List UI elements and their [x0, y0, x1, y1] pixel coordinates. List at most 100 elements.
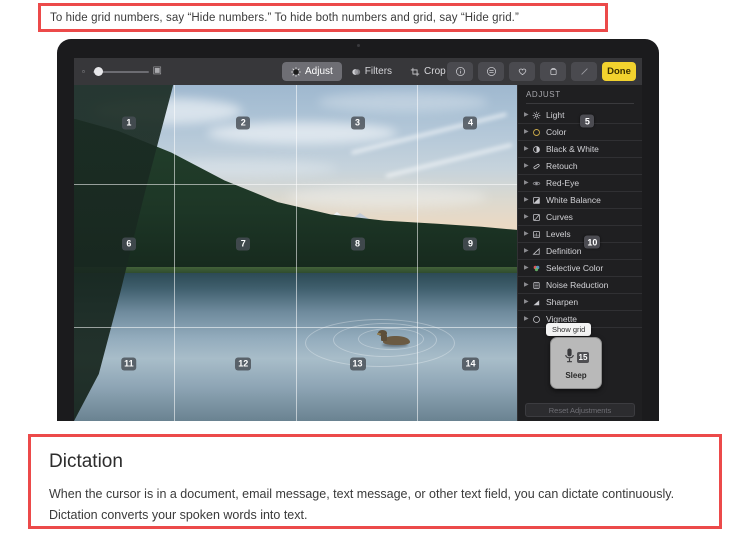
zoom-out-icon: ▫ [82, 67, 85, 76]
sidebar-item-label: Retouch [546, 161, 578, 171]
grid-number[interactable]: 13 [350, 357, 366, 370]
grid-number[interactable]: 9 [463, 237, 477, 250]
grid-line-vertical [174, 85, 175, 421]
adjust-list: ▶ [518, 107, 642, 328]
dictation-heading: Dictation [49, 451, 701, 473]
grid-number[interactable]: 4 [463, 116, 477, 129]
zoom-slider-knob[interactable] [94, 67, 103, 76]
app-toolbar: ▫ ▣ [74, 58, 642, 85]
adjust-icon [291, 67, 301, 77]
chevron-right-icon[interactable]: ▶ [524, 282, 531, 288]
crop-icon [410, 67, 420, 77]
sidebar-item-selective-color[interactable]: ▶ Selective Color [518, 260, 642, 277]
grid-line-horizontal [74, 184, 517, 185]
grid-number[interactable]: 8 [351, 237, 365, 250]
adjust-sidebar-title: ADJUST [526, 90, 561, 99]
webcam-dot [357, 44, 360, 47]
sun-icon [531, 110, 542, 121]
definition-icon [531, 246, 542, 257]
white-balance-icon [531, 195, 542, 206]
tab-adjust[interactable]: Adjust [282, 62, 342, 81]
chevron-right-icon[interactable]: ▶ [524, 214, 531, 220]
chevron-right-icon[interactable]: ▶ [524, 299, 531, 305]
grid-number[interactable]: 7 [236, 237, 250, 250]
info-button[interactable] [447, 62, 473, 81]
cloud [287, 186, 487, 208]
favorite-button[interactable] [509, 62, 535, 81]
chevron-right-icon[interactable]: ▶ [524, 163, 531, 169]
duck-bill [377, 333, 381, 335]
sidebar-item-label: Noise Reduction [546, 280, 608, 290]
app-screen: ▫ ▣ [74, 58, 642, 421]
dictation-paragraph: When the cursor is in a document, email … [49, 484, 689, 525]
sharpen-icon [531, 297, 542, 308]
tab-filters-label: Filters [365, 66, 392, 77]
grid-number[interactable]: 11 [121, 357, 137, 370]
color-wheel-icon [531, 127, 542, 138]
grid-number[interactable]: 5 [580, 115, 594, 128]
chevron-right-icon[interactable]: ▶ [524, 265, 531, 271]
toolbar-right-buttons: Done [447, 62, 636, 81]
sidebar-item-sharpen[interactable]: ▶ Sharpen [518, 294, 642, 311]
page-root: To hide grid numbers, say “Hide numbers.… [0, 0, 750, 533]
curves-icon [531, 212, 542, 223]
chevron-right-icon[interactable]: ▶ [524, 316, 531, 322]
sidebar-item-color[interactable]: ▶ Color [518, 124, 642, 141]
sidebar-item-levels[interactable]: ▶ Levels [518, 226, 642, 243]
contrast-circle-icon [531, 144, 542, 155]
grid-number[interactable]: 14 [462, 357, 478, 370]
adjust-sidebar: ADJUST ▶ [517, 85, 642, 421]
chevron-right-icon[interactable]: ▶ [524, 129, 531, 135]
chevron-right-icon[interactable]: ▶ [524, 248, 531, 254]
vignette-icon [531, 314, 542, 325]
sidebar-item-curves[interactable]: ▶ Curves [518, 209, 642, 226]
grid-number[interactable]: 12 [235, 357, 251, 370]
sidebar-item-definition[interactable]: ▶ Definition [518, 243, 642, 260]
done-button[interactable]: Done [602, 62, 636, 81]
callout-top-text: To hide grid numbers, say “Hide numbers.… [41, 12, 519, 24]
callout-bottom: Dictation When the cursor is in a docume… [28, 434, 722, 529]
sidebar-item-retouch[interactable]: ▶ Retouch [518, 158, 642, 175]
chevron-right-icon[interactable]: ▶ [524, 146, 531, 152]
eye-icon [531, 178, 542, 189]
dictation-mic-row: 15 [563, 347, 590, 369]
callout-top: To hide grid numbers, say “Hide numbers.… [38, 3, 608, 32]
sidebar-item-red-eye[interactable]: ▶ Red-Eye [518, 175, 642, 192]
auto-enhance-button[interactable] [478, 62, 504, 81]
grid-line-vertical [417, 85, 418, 421]
tab-filters[interactable]: Filters [342, 62, 401, 81]
grid-number[interactable]: 6 [122, 237, 136, 250]
grid-number[interactable]: 3 [351, 116, 365, 129]
chevron-right-icon[interactable]: ▶ [524, 197, 531, 203]
dictation-countdown: 15 [577, 352, 590, 363]
chevron-right-icon[interactable]: ▶ [524, 112, 531, 118]
chevron-right-icon[interactable]: ▶ [524, 231, 531, 237]
grid-number[interactable]: 10 [584, 236, 600, 249]
dictation-panel[interactable]: 15 Sleep [550, 337, 602, 389]
sidebar-item-label: Definition [546, 246, 581, 256]
zoom-in-icon: ▣ [153, 66, 162, 75]
sidebar-item-black-and-white[interactable]: ▶ Black & White [518, 141, 642, 158]
mode-segmented-control: Adjust Filters [282, 62, 455, 81]
sidebar-item-label: Curves [546, 212, 573, 222]
sidebar-item-label: Selective Color [546, 263, 603, 273]
sidebar-item-label: Red-Eye [546, 178, 579, 188]
reset-adjustments-button[interactable]: Reset Adjustments [525, 403, 635, 417]
rotate-button[interactable] [540, 62, 566, 81]
grid-number[interactable]: 2 [236, 116, 250, 129]
sidebar-item-label: White Balance [546, 195, 601, 205]
grid-line-horizontal [74, 327, 517, 328]
duck [377, 330, 411, 347]
zoom-slider[interactable]: ▫ ▣ [82, 65, 162, 78]
laptop-lid: ▫ ▣ [57, 39, 659, 421]
sidebar-item-noise-reduction[interactable]: ▶ Noise Reduction [518, 277, 642, 294]
photo-canvas[interactable]: 1 2 3 4 6 7 8 9 11 12 13 14 [74, 85, 517, 421]
sidebar-item-white-balance[interactable]: ▶ White Balance [518, 192, 642, 209]
chevron-right-icon[interactable]: ▶ [524, 180, 531, 186]
grid-number[interactable]: 1 [122, 116, 136, 129]
sidebar-item-label: Black & White [546, 144, 599, 154]
duck-body [383, 336, 410, 345]
tab-crop-label: Crop [424, 66, 446, 77]
revert-button[interactable] [571, 62, 597, 81]
microphone-icon [563, 347, 576, 369]
